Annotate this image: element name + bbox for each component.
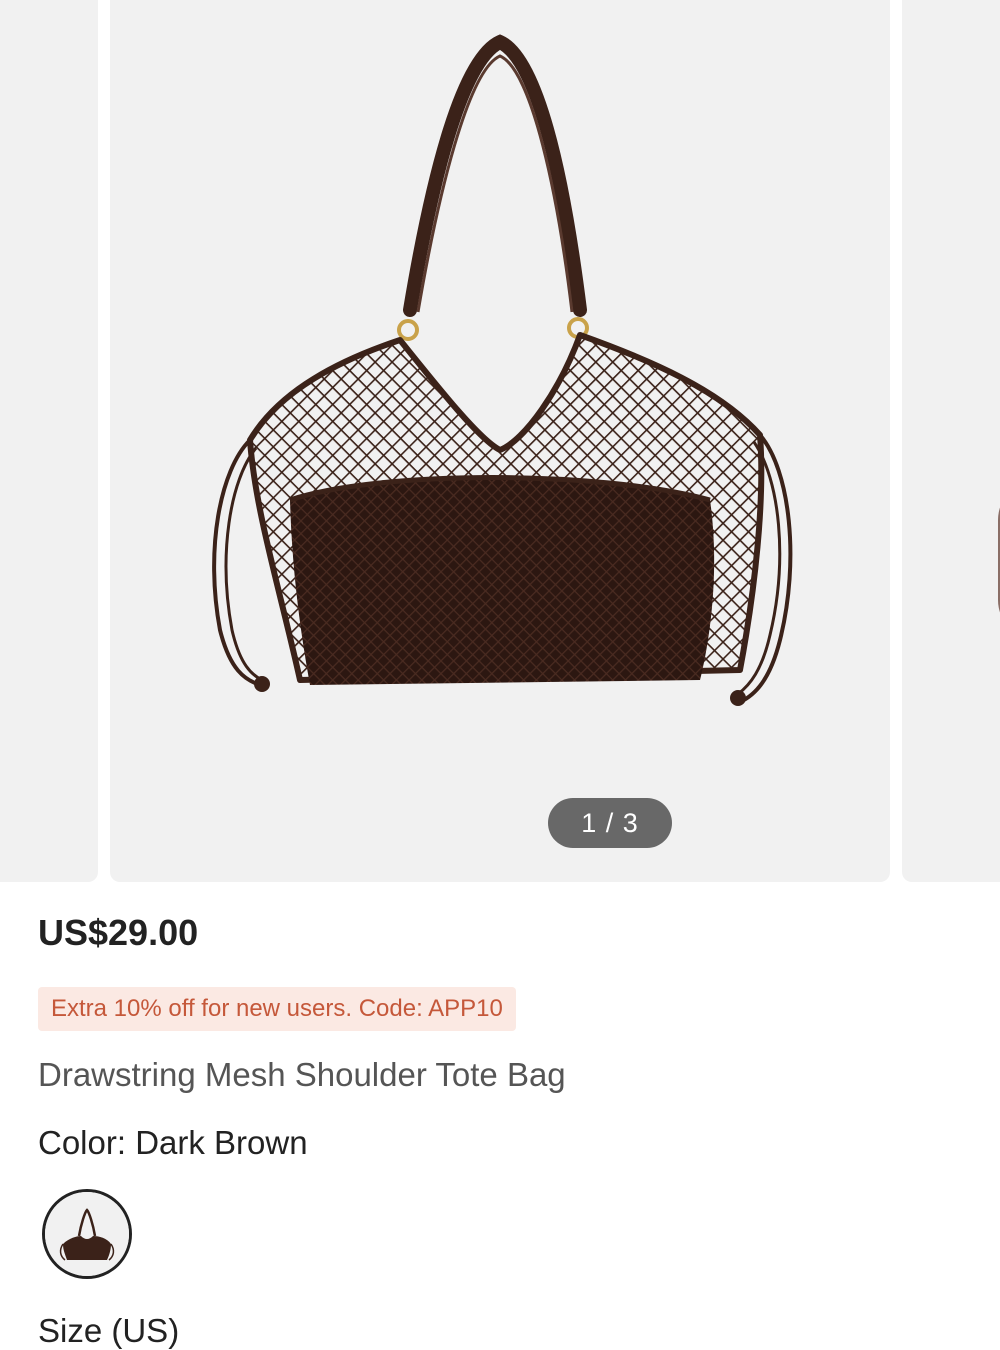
size-section-label: Size (US) xyxy=(38,1312,180,1349)
image-page-indicator: 1 / 3 xyxy=(548,798,672,848)
swatch-bag-thumbnail-icon xyxy=(45,1192,129,1276)
color-swatch-dark-brown[interactable] xyxy=(42,1189,132,1279)
previous-image-slide[interactable] xyxy=(0,0,98,882)
product-price: US$29.00 xyxy=(38,912,199,953)
product-image-carousel[interactable]: 1 / 3 xyxy=(0,0,1000,882)
tote-bag-image xyxy=(212,34,793,706)
product-title: Drawstring Mesh Shoulder Tote Bag xyxy=(38,1056,566,1093)
selected-color-label: Color: Dark Brown xyxy=(38,1124,308,1161)
next-image-slide[interactable] xyxy=(902,0,1000,882)
new-user-promo-badge: Extra 10% off for new users. Code: APP10 xyxy=(38,987,516,1031)
current-image-slide[interactable]: 1 / 3 xyxy=(110,0,890,882)
